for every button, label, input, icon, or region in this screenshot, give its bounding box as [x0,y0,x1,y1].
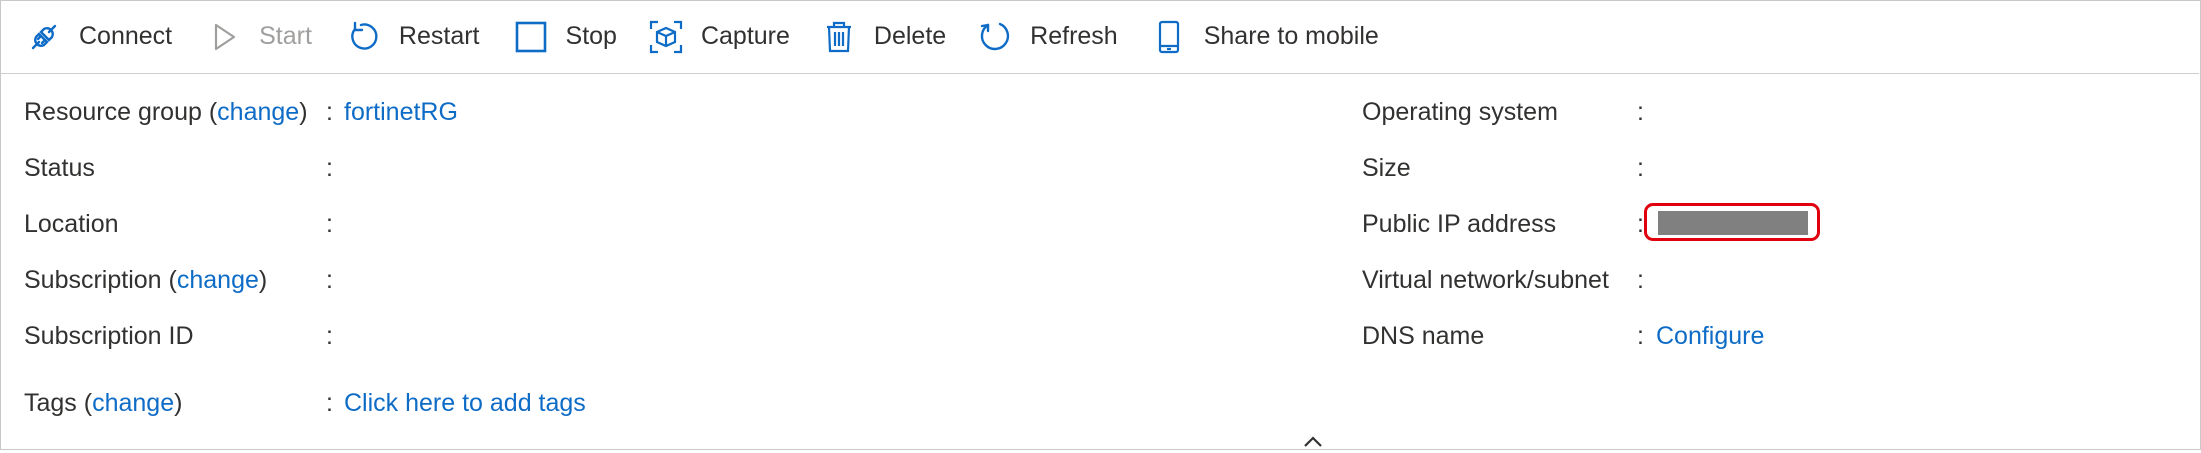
tags-change-link[interactable]: change [92,389,174,417]
connect-label: Connect [79,22,173,50]
command-bar: Connect Start Restart Stop Capture Delet… [0,0,2199,74]
colon: : [326,154,333,182]
colon: : [326,210,333,238]
mobile-phone-icon [1152,20,1186,54]
colon: : [326,322,333,350]
refresh-icon [978,20,1012,54]
colon: : [1637,98,1644,126]
resource-group-change-link[interactable]: change [217,98,299,126]
colon: : [1637,322,1644,350]
trash-icon [822,20,856,54]
connect-button[interactable]: Connect [27,7,172,67]
refresh-label: Refresh [1030,22,1118,50]
add-tags-link[interactable]: Click here to add tags [344,388,586,418]
dns-name-label: DNS name [1362,322,1485,350]
resource-group-value-link[interactable]: fortinetRG [344,97,458,127]
capture-button[interactable]: Capture [649,7,790,67]
subscription-id-label: Subscription ID [24,322,194,350]
tags-label: Tags (change) [24,389,183,417]
share-to-mobile-label: Share to mobile [1203,22,1379,50]
dns-configure-link[interactable]: Configure [1656,321,1764,351]
capture-label: Capture [700,22,790,50]
delete-button[interactable]: Delete [822,7,946,67]
colon: : [1637,210,1644,238]
subscription-label: Subscription (change) [24,266,268,294]
operating-system-label: Operating system [1362,98,1558,126]
colon: : [326,266,333,294]
colon: : [326,98,333,126]
colon: : [1637,154,1644,182]
restart-button[interactable]: Restart [347,7,480,67]
public-ip-highlight-box [1644,203,1820,241]
stop-icon [514,20,548,54]
size-label: Size [1362,154,1411,182]
collapse-essentials-chevron-icon[interactable] [1302,434,1324,448]
public-ip-label: Public IP address [1362,210,1557,238]
colon: : [1637,266,1644,294]
resource-group-label: Resource group (change) [24,98,308,126]
location-label: Location [24,210,119,238]
virtual-network-label: Virtual network/subnet [1362,266,1609,294]
restart-label: Restart [398,22,480,50]
stop-label: Stop [565,22,617,50]
subscription-change-link[interactable]: change [177,266,259,294]
refresh-button[interactable]: Refresh [978,7,1118,67]
delete-label: Delete [873,22,947,50]
restart-icon [347,20,381,54]
plug-icon [27,20,61,54]
share-to-mobile-button[interactable]: Share to mobile [1152,7,1379,67]
start-label: Start [259,22,312,50]
capture-icon [649,20,683,54]
colon: : [326,389,333,417]
stop-button[interactable]: Stop [514,7,617,67]
start-button[interactable]: Start [207,7,312,67]
play-icon [207,20,241,54]
status-label: Status [24,154,95,182]
